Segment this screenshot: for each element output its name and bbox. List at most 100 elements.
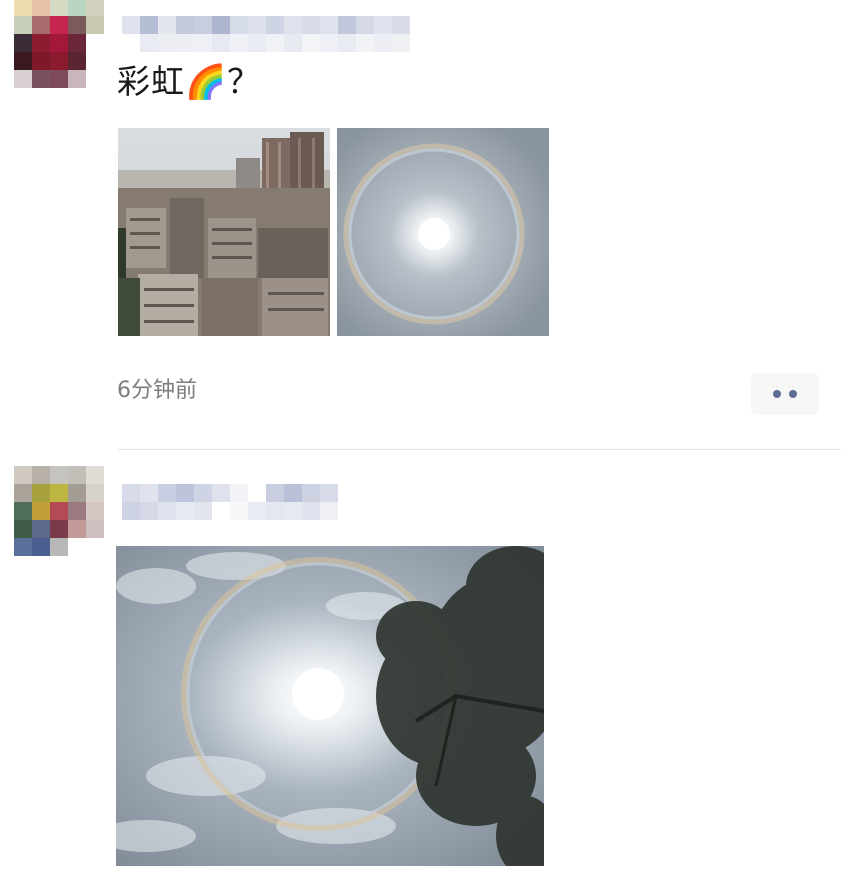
mosaic-cell xyxy=(68,484,86,502)
dot-icon xyxy=(789,390,797,398)
mosaic-cell xyxy=(14,520,32,538)
mosaic-cell xyxy=(212,502,230,520)
mosaic-cell xyxy=(32,16,50,34)
mosaic-cell xyxy=(194,16,212,34)
mosaic-cell xyxy=(284,34,302,52)
mosaic-cell xyxy=(320,16,338,34)
mosaic-cell xyxy=(86,0,104,16)
avatar[interactable] xyxy=(14,466,104,556)
mosaic-cell xyxy=(68,538,86,556)
mosaic-cell xyxy=(86,502,104,520)
mosaic-cell xyxy=(320,34,338,52)
mosaic-cell xyxy=(14,70,32,88)
mosaic-cell xyxy=(68,16,86,34)
mosaic-cell xyxy=(50,502,68,520)
mosaic-cell xyxy=(50,0,68,16)
mosaic-cell xyxy=(248,16,266,34)
mosaic-cell xyxy=(266,16,284,34)
mosaic-cell xyxy=(176,34,194,52)
mosaic-cell xyxy=(50,34,68,52)
mosaic-cell xyxy=(50,538,68,556)
mosaic-cell xyxy=(32,520,50,538)
sun-halo-photo[interactable] xyxy=(337,128,549,336)
dot-icon xyxy=(773,390,781,398)
sun-halo-tree-photo[interactable] xyxy=(116,546,544,866)
username[interactable] xyxy=(122,484,338,520)
mosaic-cell xyxy=(68,70,86,88)
mosaic-cell xyxy=(50,520,68,538)
mosaic-cell xyxy=(320,502,338,520)
mosaic-cell xyxy=(50,484,68,502)
more-actions-button[interactable] xyxy=(751,373,819,415)
mosaic-cell xyxy=(14,16,32,34)
mosaic-cell xyxy=(122,484,140,502)
username[interactable] xyxy=(122,16,410,52)
mosaic-cell xyxy=(68,520,86,538)
post-text: 彩虹🌈？ xyxy=(117,62,262,101)
mosaic-cell xyxy=(356,16,374,34)
mosaic-cell xyxy=(302,484,320,502)
mosaic-cell xyxy=(140,16,158,34)
mosaic-cell xyxy=(266,502,284,520)
mosaic-cell xyxy=(374,16,392,34)
mosaic-cell xyxy=(68,52,86,70)
mosaic-cell xyxy=(122,502,140,520)
mosaic-cell xyxy=(122,34,140,52)
mosaic-cell xyxy=(32,52,50,70)
mosaic-cell xyxy=(158,16,176,34)
mosaic-cell xyxy=(230,484,248,502)
mosaic-cell xyxy=(230,34,248,52)
mosaic-cell xyxy=(50,16,68,34)
mosaic-cell xyxy=(248,502,266,520)
mosaic-cell xyxy=(356,34,374,52)
mosaic-cell xyxy=(68,502,86,520)
mosaic-cell xyxy=(32,484,50,502)
mosaic-cell xyxy=(302,34,320,52)
mosaic-cell xyxy=(32,466,50,484)
mosaic-cell xyxy=(140,502,158,520)
mosaic-cell xyxy=(320,484,338,502)
mosaic-cell xyxy=(86,538,104,556)
mosaic-cell xyxy=(176,484,194,502)
avatar[interactable] xyxy=(14,0,104,88)
mosaic-cell xyxy=(86,52,104,70)
mosaic-cell xyxy=(230,502,248,520)
mosaic-cell xyxy=(14,484,32,502)
mosaic-cell xyxy=(86,484,104,502)
mosaic-cell xyxy=(122,16,140,34)
mosaic-cell xyxy=(14,34,32,52)
mosaic-cell xyxy=(194,484,212,502)
mosaic-cell xyxy=(86,70,104,88)
mosaic-cell xyxy=(50,466,68,484)
mosaic-cell xyxy=(194,34,212,52)
mosaic-cell xyxy=(14,466,32,484)
mosaic-cell xyxy=(284,484,302,502)
mosaic-cell xyxy=(140,484,158,502)
mosaic-cell xyxy=(86,34,104,52)
mosaic-cell xyxy=(68,34,86,52)
mosaic-cell xyxy=(68,0,86,16)
post-divider xyxy=(118,449,841,450)
mosaic-cell xyxy=(86,16,104,34)
mosaic-cell xyxy=(50,70,68,88)
mosaic-cell xyxy=(338,16,356,34)
mosaic-cell xyxy=(86,466,104,484)
mosaic-cell xyxy=(32,502,50,520)
mosaic-cell xyxy=(266,484,284,502)
mosaic-cell xyxy=(140,34,158,52)
mosaic-cell xyxy=(32,34,50,52)
mosaic-cell xyxy=(212,484,230,502)
mosaic-cell xyxy=(212,16,230,34)
mosaic-cell xyxy=(50,52,68,70)
mosaic-cell xyxy=(158,34,176,52)
mosaic-cell xyxy=(302,502,320,520)
mosaic-cell xyxy=(14,0,32,16)
post-timestamp: 6分钟前 xyxy=(117,378,197,403)
city-buildings-photo[interactable] xyxy=(118,128,330,336)
mosaic-cell xyxy=(176,502,194,520)
mosaic-cell xyxy=(14,52,32,70)
mosaic-cell xyxy=(284,502,302,520)
mosaic-cell xyxy=(68,466,86,484)
mosaic-cell xyxy=(32,538,50,556)
mosaic-cell xyxy=(158,484,176,502)
